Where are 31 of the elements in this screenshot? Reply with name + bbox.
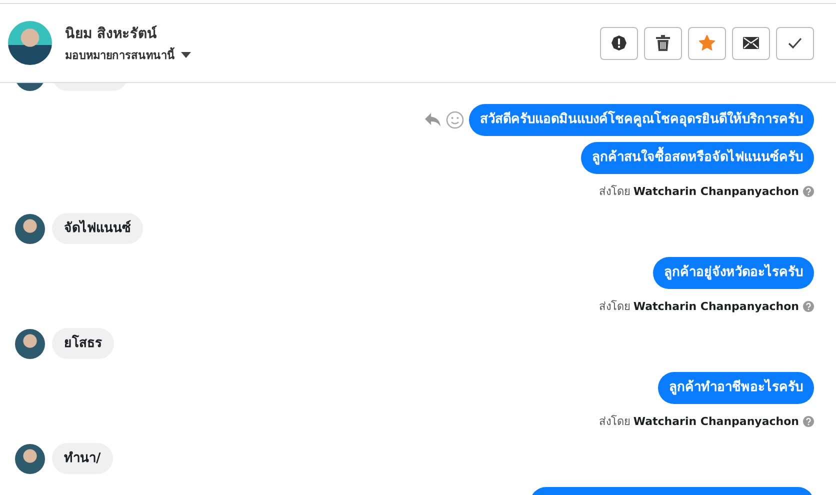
report-button[interactable] <box>600 26 638 60</box>
message-bubble: ลูกค้าสนใจซื้อสดหรือจัดไฟแนนซ์ครับ <box>581 142 814 174</box>
help-icon[interactable] <box>803 186 814 196</box>
message-bubble: ทำนา/ <box>52 443 113 474</box>
message-bubble: ลูกค้าทำอาชีพอะไรครับ <box>658 372 814 404</box>
message-bubble: ลูกค้าอยู่จังหวัดอะไรครับ <box>653 257 814 289</box>
caret-icon <box>181 52 191 58</box>
sent-by-label: ส่งโดย Watcharin Chanpanyachon <box>598 414 799 430</box>
sent-by-label: ส่งโดย Watcharin Chanpanyachon <box>598 184 799 200</box>
delete-button[interactable] <box>644 26 682 60</box>
message-bubble: สวัสดีครับแอดมินแบงค์โชคคูณโชคอุดรยินดีให้บริการครับ <box>469 104 814 136</box>
envelope-icon <box>743 37 759 49</box>
avatar <box>15 214 45 244</box>
sent-by-label: ส่งโดย Watcharin Chanpanyachon <box>598 299 799 315</box>
mail-button[interactable] <box>732 26 770 60</box>
avatar <box>15 444 45 474</box>
help-icon[interactable] <box>803 416 814 426</box>
emoji-icon[interactable] <box>446 111 464 129</box>
done-button[interactable] <box>776 26 814 60</box>
reply-icon[interactable] <box>425 113 441 127</box>
avatar <box>15 328 45 358</box>
alert-icon <box>611 35 627 51</box>
assign-dropdown[interactable]: มอบหมายการสนทนานี้ <box>65 46 191 64</box>
checkmark-icon <box>788 37 802 49</box>
contact-name: นิยม สิงหะรัตน์ <box>65 24 158 44</box>
help-icon[interactable] <box>803 300 814 312</box>
avatar <box>8 21 52 65</box>
star-button[interactable] <box>688 26 726 60</box>
message-bubble: จัดไฟแนนซ์ <box>52 213 143 244</box>
message-bubble: ยโสธร <box>52 328 114 359</box>
trash-icon <box>656 35 670 51</box>
